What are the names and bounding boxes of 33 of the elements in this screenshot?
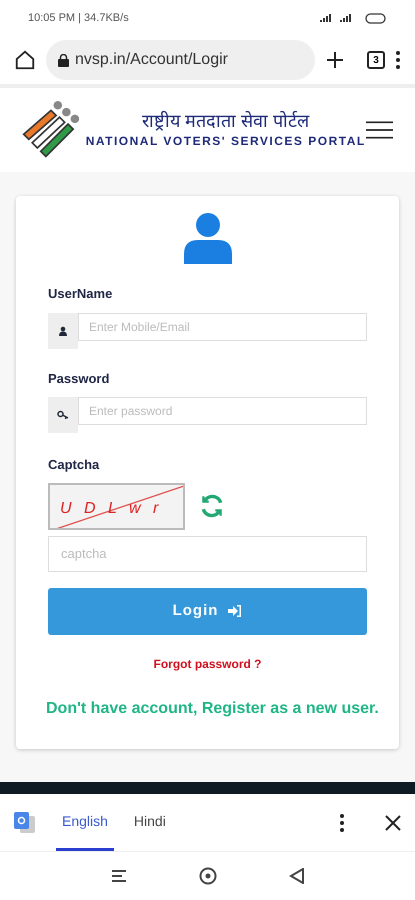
translate-icon [14,812,36,834]
field-label: Captcha [48,456,100,474]
home-button-icon[interactable] [198,867,216,885]
language-tab[interactable]: Hindi [128,794,172,851]
user-icon [58,326,68,336]
login-button[interactable]: Login [48,588,367,634]
recents-icon[interactable] [110,869,126,883]
input-field[interactable]: Enter Mobile/Email [78,312,367,340]
home-icon[interactable] [14,49,36,71]
field-label: UserName [48,285,114,303]
url-text: nvsp.in/Account/Logir [75,50,228,70]
menu-icon[interactable] [366,119,393,141]
field-label: Password [48,370,110,388]
plus-icon[interactable] [325,50,345,70]
tab-count-button[interactable]: 3 [367,51,385,69]
lock-icon [58,54,69,66]
status-time: 10:05 PM | 34.7KB/s [28,10,129,26]
battery-icon [365,12,387,24]
captcha-field[interactable]: captcha [48,536,367,572]
forgot-password-link[interactable]: Forgot password ? [154,654,262,672]
portal-title: NATIONAL VOTERS' SERVICES PORTAL [86,133,366,150]
close-icon[interactable] [385,814,401,830]
more-icon[interactable] [395,50,401,70]
refresh-icon[interactable] [199,493,225,519]
more-icon[interactable] [339,812,345,832]
back-icon[interactable] [288,868,304,884]
user-avatar-icon [184,212,232,264]
language-tab[interactable]: English [56,794,114,851]
sign-in-icon [228,605,242,617]
key-icon [57,410,69,420]
address-bar[interactable]: nvsp.in/Account/Logir [46,40,315,80]
input-field[interactable]: Enter password [78,397,367,425]
portal-title-hindi: राष्ट्रीय मतदाता सेवा पोर्टल [142,110,310,132]
